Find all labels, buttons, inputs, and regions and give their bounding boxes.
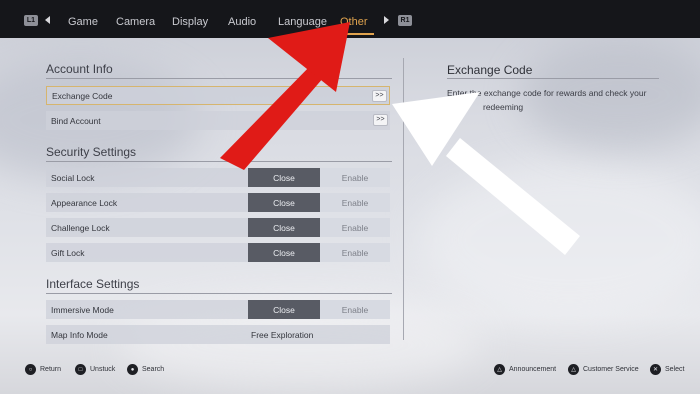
- panel-divider: [403, 58, 404, 340]
- announcement-label: Announcement: [509, 366, 557, 373]
- exchange-code-label: Exchange Code: [52, 90, 113, 101]
- tab-audio[interactable]: Audio: [228, 16, 256, 28]
- tab-other[interactable]: Other: [340, 16, 368, 28]
- detail-description: Enter the exchange code for rewards and …: [447, 86, 662, 114]
- appearance-lock-label: Appearance Lock: [51, 197, 118, 208]
- search-hint[interactable]: ● Search: [127, 364, 164, 375]
- bind-account-label: Bind Account: [51, 115, 101, 126]
- section-divider: [46, 293, 392, 294]
- map-info-mode-row[interactable]: Map Info Mode Free Exploration: [46, 325, 390, 344]
- bind-account-row[interactable]: Bind Account >>: [46, 111, 390, 130]
- r1-button-icon[interactable]: R1: [398, 15, 412, 26]
- social-lock-close-option[interactable]: Close: [248, 168, 320, 187]
- nav-right-arrow-icon[interactable]: [384, 16, 389, 24]
- return-label: Return: [40, 366, 62, 373]
- challenge-lock-label: Challenge Lock: [51, 222, 110, 233]
- detail-desc-line-1: Enter the exchange code for rewards and …: [447, 88, 647, 98]
- challenge-lock-enable-option[interactable]: Enable: [320, 218, 390, 237]
- select-label: Select: [665, 366, 685, 373]
- account-info-heading: Account Info: [46, 62, 113, 76]
- search-label: Search: [142, 366, 165, 373]
- interface-settings-heading: Interface Settings: [46, 277, 140, 291]
- social-lock-label: Social Lock: [51, 172, 95, 183]
- detail-divider: [447, 78, 659, 79]
- map-info-mode-value[interactable]: Free Exploration: [251, 325, 313, 344]
- nav-left-arrow-icon[interactable]: [45, 16, 50, 24]
- appearance-lock-close-option[interactable]: Close: [248, 193, 320, 212]
- detail-desc-line-2: redeeming: [483, 102, 524, 112]
- section-divider: [46, 161, 392, 162]
- r3-button-icon: ●: [127, 364, 138, 375]
- challenge-lock-close-option[interactable]: Close: [248, 218, 320, 237]
- triangle-button-icon: △: [494, 364, 505, 375]
- circle-button-icon: ○: [25, 364, 36, 375]
- immersive-mode-enable-option[interactable]: Enable: [320, 300, 390, 319]
- section-divider: [46, 78, 392, 79]
- tab-language[interactable]: Language: [278, 16, 327, 28]
- gift-lock-enable-option[interactable]: Enable: [320, 243, 390, 262]
- detail-title: Exchange Code: [447, 63, 533, 77]
- challenge-lock-row: Challenge Lock Close Enable: [46, 218, 390, 237]
- unstuck-hint[interactable]: □ Unstuck: [75, 364, 115, 375]
- exchange-code-row[interactable]: Exchange Code >>: [46, 86, 390, 105]
- map-info-mode-label: Map Info Mode: [51, 329, 108, 340]
- security-settings-heading: Security Settings: [46, 145, 137, 159]
- gift-lock-row: Gift Lock Close Enable: [46, 243, 390, 262]
- appearance-lock-enable-option[interactable]: Enable: [320, 193, 390, 212]
- bind-account-open-button[interactable]: >>: [373, 114, 388, 126]
- square-button-icon: □: [75, 364, 86, 375]
- triangle-button-icon: △: [568, 364, 579, 375]
- return-hint[interactable]: ○ Return: [25, 364, 61, 375]
- tab-game[interactable]: Game: [68, 16, 98, 28]
- immersive-mode-row: Immersive Mode Close Enable: [46, 300, 390, 319]
- announcement-hint[interactable]: △ Announcement: [494, 364, 556, 375]
- cross-button-icon: ✕: [650, 364, 661, 375]
- customer-service-hint[interactable]: △ Customer Service: [568, 364, 639, 375]
- exchange-code-open-button[interactable]: >>: [372, 90, 387, 102]
- unstuck-label: Unstuck: [90, 366, 116, 373]
- immersive-mode-label: Immersive Mode: [51, 304, 114, 315]
- customer-service-label: Customer Service: [583, 366, 639, 373]
- tab-camera[interactable]: Camera: [116, 16, 155, 28]
- appearance-lock-row: Appearance Lock Close Enable: [46, 193, 390, 212]
- active-tab-indicator: [336, 33, 374, 35]
- social-lock-row: Social Lock Close Enable: [46, 168, 390, 187]
- gift-lock-label: Gift Lock: [51, 247, 85, 258]
- top-nav-bar: L1 Game Camera Display Audio Language Ot…: [0, 0, 700, 38]
- immersive-mode-close-option[interactable]: Close: [248, 300, 320, 319]
- gift-lock-close-option[interactable]: Close: [248, 243, 320, 262]
- select-hint[interactable]: ✕ Select: [650, 364, 684, 375]
- l1-button-icon[interactable]: L1: [24, 15, 38, 26]
- tab-display[interactable]: Display: [172, 16, 208, 28]
- social-lock-enable-option[interactable]: Enable: [320, 168, 390, 187]
